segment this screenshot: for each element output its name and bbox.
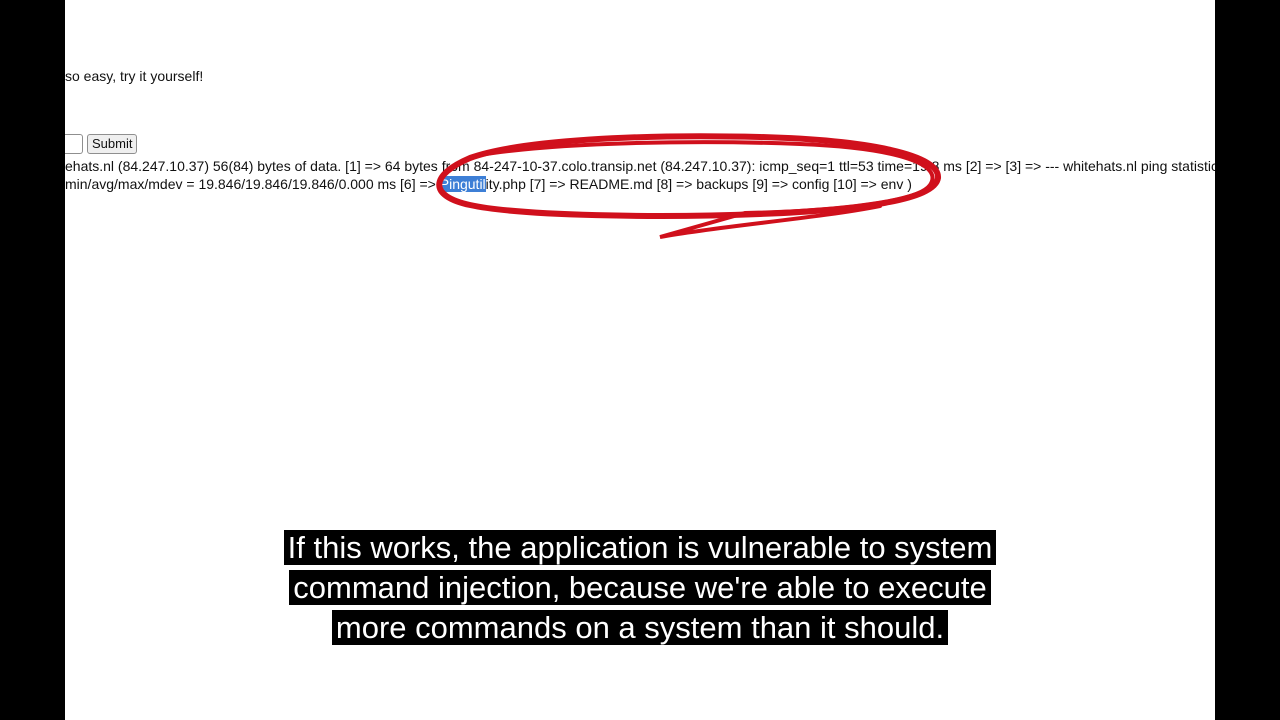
subtitle-line-1: If this works, the application is vulner… [283,530,997,565]
command-input[interactable] [65,133,83,154]
subtitle-line-2: command injection, because we're able to… [289,570,991,605]
subtitles: If this works, the application is vulner… [0,528,1280,648]
output-line-2: min/avg/max/mdev = 19.846/19.846/19.846/… [65,175,1215,193]
intro-text: so easy, try it yourself! [65,68,204,84]
output-line-1: ehats.nl (84.247.10.37) 56(84) bytes of … [65,158,1215,174]
selected-text: Pingutil [439,176,486,192]
ping-form: Submit [65,133,138,154]
subtitle-line-3: more commands on a system than it should… [331,610,949,645]
video-frame: so easy, try it yourself! Submit ehats.n… [0,0,1280,720]
submit-button[interactable]: Submit [87,133,138,154]
output-line-2-suffix: ity.php [7] => README.md [8] => backups … [485,176,912,192]
command-output: ehats.nl (84.247.10.37) 56(84) bytes of … [65,157,1215,193]
output-line-2-prefix: min/avg/max/mdev = 19.846/19.846/19.846/… [65,176,440,192]
